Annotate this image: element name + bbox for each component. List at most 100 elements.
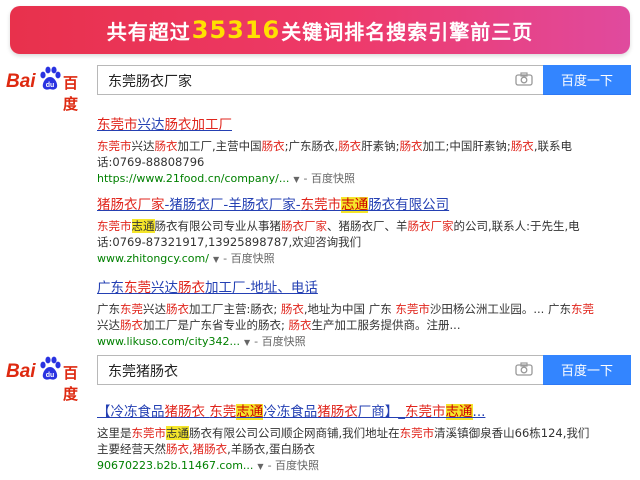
keyword-text: 肠衣 bbox=[280, 302, 304, 316]
text-segment: ,地址为中国 广东 bbox=[303, 302, 396, 316]
search-input[interactable]: 东莞猪肠衣 bbox=[97, 355, 543, 385]
keyword-text: 肠衣厂家 bbox=[407, 219, 454, 233]
text-segment: 生产加工服务提供商。注册... bbox=[311, 318, 461, 332]
result-title[interactable]: 猪肠衣厂家-猪肠衣厂-羊肠衣厂家-东莞市志通肠衣有限公司 bbox=[97, 197, 597, 214]
banner-keyword-count: 35316 bbox=[191, 16, 281, 44]
text-segment: 兴达 bbox=[131, 139, 155, 153]
text-segment: 加工;中国肝素钠; bbox=[422, 139, 511, 153]
keyword-text: 东莞市 bbox=[405, 404, 446, 420]
promo-banner: 共有超过 35316 关键词排名搜索引擎前三页 bbox=[10, 6, 630, 54]
text-segment: 兴达 bbox=[151, 280, 178, 296]
text-segment: ... bbox=[472, 404, 486, 420]
keyword-text: 东莞市 bbox=[300, 197, 342, 213]
keyword-text: 东莞市 bbox=[97, 139, 132, 153]
text-segment: 兴达 bbox=[137, 117, 165, 133]
baidu-paw-icon: du bbox=[40, 356, 61, 380]
svg-text:du: du bbox=[46, 82, 55, 89]
keyword-text: 肠衣厂家 bbox=[281, 219, 327, 233]
search-result-3: 广东东莞兴达肠衣加工厂-地址、电话 广东东莞兴达肠衣加工厂主营:肠衣; 肠衣,地… bbox=[97, 280, 597, 350]
svg-text:du: du bbox=[46, 372, 55, 379]
result-url[interactable]: www.likuso.com/city342... bbox=[97, 335, 240, 348]
baidu-logo[interactable]: Bai du 百度 bbox=[6, 356, 90, 403]
keyword-text: 东莞 bbox=[571, 302, 594, 316]
result-title[interactable]: 广东东莞兴达肠衣加工厂-地址、电话 bbox=[97, 280, 597, 297]
result-url[interactable]: https://www.21food.cn/company/... bbox=[97, 172, 289, 185]
text-segment: 兴达 bbox=[143, 302, 166, 316]
keyword-text: 加工厂 bbox=[191, 117, 233, 133]
result-title[interactable]: 东莞市兴达肠衣加工厂 bbox=[97, 117, 597, 134]
dropdown-arrow-icon[interactable]: ▼ bbox=[293, 175, 299, 184]
result-url-line: https://www.21food.cn/company/... ▼ - 百度快照 bbox=[97, 172, 355, 185]
keyword-text: 东莞市 bbox=[131, 426, 167, 440]
text-segment: 【冷冻食品 bbox=[97, 404, 165, 420]
banner-text-post: 关键词排名搜索引擎前三页 bbox=[281, 19, 534, 44]
camera-icon[interactable] bbox=[515, 362, 533, 376]
search-result-2: 猪肠衣厂家-猪肠衣厂-羊肠衣厂家-东莞市志通肠衣有限公司 东莞市志通肠衣有限公司… bbox=[97, 197, 597, 267]
text-segment: 肠衣有限公司公司顺企网商铺,我们地址在 bbox=[189, 426, 400, 440]
text-segment: 加工厂是广东省专业的肠衣; bbox=[143, 318, 289, 332]
result-url-line: 90670223.b2b.11467.com... ▼ - 百度快照 bbox=[97, 459, 320, 472]
keyword-text: 肠衣 bbox=[166, 442, 189, 456]
search-button[interactable]: 百度一下 bbox=[543, 65, 631, 95]
keyword-text: 肠衣 bbox=[178, 280, 205, 296]
baidu-logo-chinese: 百度 bbox=[63, 74, 79, 113]
search-result-1: 东莞市兴达肠衣加工厂 东莞市兴达肠衣加工厂,主营中国肠衣;广东肠衣,肠衣肝素钠;… bbox=[97, 117, 597, 187]
keyword-text: 东莞市 bbox=[97, 117, 138, 133]
camera-icon[interactable] bbox=[515, 72, 533, 86]
keyword-text: 猪肠衣 bbox=[192, 442, 228, 456]
text-segment: -猪肠衣厂-羊肠衣厂家- bbox=[164, 197, 301, 213]
text-segment: 肠衣有限公司专业从事猪 bbox=[154, 219, 282, 233]
dropdown-arrow-icon[interactable]: ▼ bbox=[213, 255, 219, 264]
baidu-logo-text: Bai bbox=[6, 361, 36, 382]
highlighted-keyword: 志通 bbox=[341, 197, 369, 213]
baidu-snapshot-link[interactable]: 百度快照 bbox=[311, 172, 355, 185]
text-segment: 厂商】_ bbox=[357, 404, 406, 420]
highlighted-keyword: 志通 bbox=[131, 219, 155, 233]
text-segment: 肝素钠; bbox=[361, 139, 400, 153]
text-segment: 这里是 bbox=[97, 426, 132, 440]
text-segment: 、猪肠衣厂、羊 bbox=[327, 219, 408, 233]
keyword-text: 东莞市 bbox=[395, 302, 430, 316]
baidu-snapshot-link[interactable]: 百度快照 bbox=[231, 252, 275, 265]
keyword-text: 猪肠衣 bbox=[317, 404, 358, 420]
search-result-4: 【冷冻食品猪肠衣 东莞志通冷冻食品猪肠衣厂商】_东莞市志通... 这里是东莞市志… bbox=[97, 404, 597, 474]
text-segment: 兴达 bbox=[97, 318, 120, 332]
text-segment: 广东 bbox=[97, 302, 120, 316]
baidu-snapshot-link[interactable]: 百度快照 bbox=[275, 459, 319, 472]
text-segment: 广东 bbox=[97, 280, 124, 296]
keyword-text: 东莞 bbox=[209, 404, 237, 420]
search-button[interactable]: 百度一下 bbox=[543, 355, 631, 385]
result-url[interactable]: www.zhitongcy.com/ bbox=[97, 252, 209, 265]
result-url[interactable]: 90670223.b2b.11467.com... bbox=[97, 459, 253, 472]
keyword-text: 肠衣 bbox=[166, 302, 189, 316]
keyword-text: 肠衣 bbox=[261, 139, 285, 153]
dropdown-arrow-icon[interactable]: ▼ bbox=[244, 338, 250, 347]
text-segment: 加工厂-地址、电话 bbox=[205, 280, 318, 296]
keyword-text: 肠衣 bbox=[164, 117, 192, 133]
baidu-search-bar-2: Bai du 百度 东莞猪肠衣 百度一下 bbox=[0, 352, 640, 403]
text-segment: 加工厂,主营中国 bbox=[177, 139, 262, 153]
result-title[interactable]: 【冷冻食品猪肠衣 东莞志通冷冻食品猪肠衣厂商】_东莞市志通... bbox=[97, 404, 597, 421]
baidu-logo[interactable]: Bai du 百度 bbox=[6, 66, 90, 113]
text-segment: ;广东肠衣, bbox=[284, 139, 339, 153]
result-description: 广东东莞兴达肠衣加工厂主营:肠衣; 肠衣,地址为中国 广东 东莞市沙田杨公洲工业… bbox=[97, 301, 597, 333]
baidu-search-bar-1: Bai du 百度 东莞肠衣厂家 百度一下 bbox=[0, 62, 640, 113]
result-description: 东莞市志通肠衣有限公司专业从事猪肠衣厂家、猪肠衣厂、羊肠衣厂家的公司,联系人:于… bbox=[97, 218, 597, 250]
search-input[interactable]: 东莞肠衣厂家 bbox=[97, 65, 543, 95]
keyword-text: 肠衣 bbox=[510, 139, 534, 153]
text-segment: ,羊肠衣,蛋白肠衣 bbox=[227, 442, 315, 456]
result-description: 东莞市兴达肠衣加工厂,主营中国肠衣;广东肠衣,肠衣肝素钠;肠衣加工;中国肝素钠;… bbox=[97, 138, 597, 170]
keyword-text: 东莞市 bbox=[399, 426, 435, 440]
keyword-text: 猪肠衣 bbox=[164, 404, 206, 420]
result-url-line: www.zhitongcy.com/▼ - 百度快照 bbox=[97, 252, 275, 265]
baidu-snapshot-link[interactable]: 百度快照 bbox=[262, 335, 306, 348]
highlighted-keyword: 志通 bbox=[166, 426, 189, 440]
keyword-text: 肠衣 bbox=[120, 318, 143, 332]
keyword-text: 东莞市 bbox=[97, 219, 132, 233]
text-segment: 冷冻食品 bbox=[263, 404, 318, 420]
baidu-logo-chinese: 百度 bbox=[63, 364, 79, 403]
keyword-text: 东莞 bbox=[124, 280, 151, 296]
keyword-text: 肠衣 bbox=[288, 318, 312, 332]
dropdown-arrow-icon[interactable]: ▼ bbox=[257, 462, 263, 471]
keyword-text: 东莞 bbox=[120, 302, 143, 316]
